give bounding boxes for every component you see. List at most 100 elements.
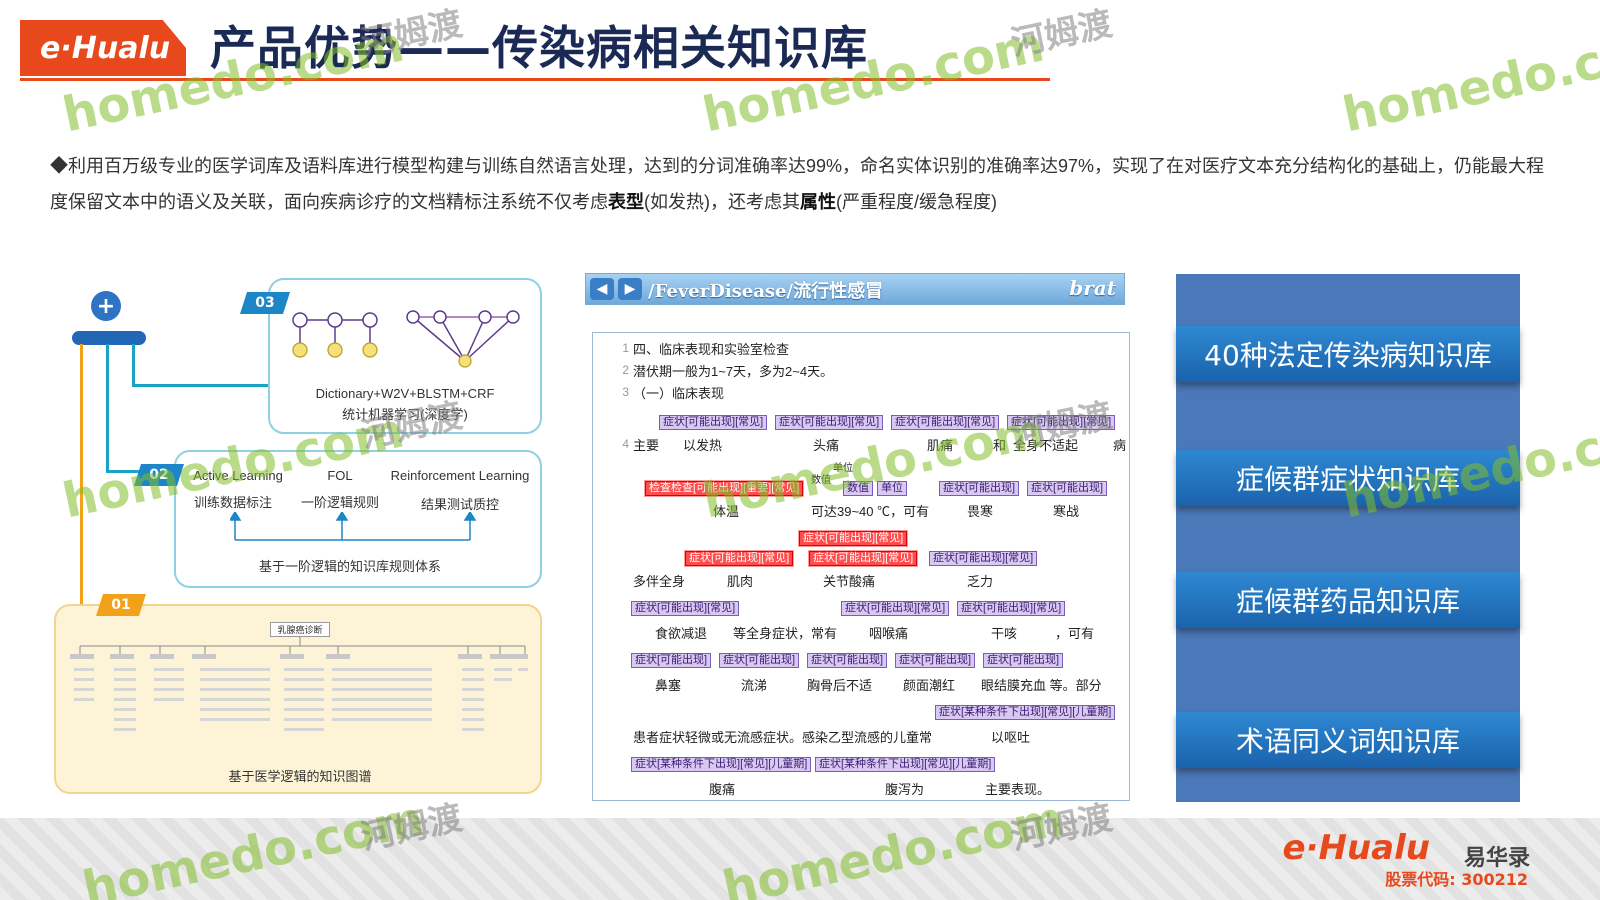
- word[interactable]: 颜面潮红: [903, 675, 955, 694]
- word[interactable]: 关节酸痛: [823, 571, 875, 590]
- word: 患者症状轻微或无流感症状。感染乙型流感的儿童常: [633, 730, 933, 745]
- relation-label: 单位: [833, 463, 853, 474]
- word[interactable]: 腹痛: [709, 779, 735, 798]
- word[interactable]: 肌痛: [927, 435, 953, 454]
- word[interactable]: 全身不适起: [1013, 435, 1078, 454]
- desc-text-2: (如发热)，还考虑其: [644, 192, 800, 212]
- annotation-tag[interactable]: 症状[可能出现][常见]: [659, 415, 768, 430]
- word[interactable]: 以呕吐: [991, 727, 1030, 746]
- word[interactable]: 体温: [713, 501, 739, 520]
- desc-text-3: (严重程度/缓急程度): [836, 192, 997, 212]
- annotation-tag[interactable]: 症状[可能出现][常见]: [929, 551, 1038, 566]
- word: 病: [1113, 438, 1127, 453]
- page-title: 产品优势——传染病相关知识库: [210, 21, 868, 75]
- word[interactable]: 可达39~40 ℃，可有: [811, 501, 929, 520]
- annotation-tag[interactable]: 症状[可能出现]: [807, 653, 888, 668]
- kb-syndrome-symptoms[interactable]: 症候群症状知识库: [1176, 450, 1520, 506]
- graphical-model-illustration: [292, 310, 520, 368]
- word[interactable]: 食欲减退: [655, 623, 707, 642]
- annotation-tag[interactable]: 症状[可能出现][常见]: [775, 415, 884, 430]
- connector-v1: [80, 344, 83, 606]
- rl-title: Reinforcement Learning: [390, 468, 530, 483]
- word[interactable]: 流涕: [741, 675, 767, 694]
- doc-line-2: 潜伏期一般为1~7天，多为2~4天。: [633, 364, 834, 379]
- stock-code: 股票代码: 300212: [1385, 870, 1528, 889]
- brat-document: 1 四、临床表现和实验室检查 2 潜伏期一般为1~7天，多为2~4天。 3 （一…: [592, 332, 1130, 801]
- annotation-tag[interactable]: 症状[某种条件下出现][常见][儿童期]: [631, 757, 812, 772]
- annotation-tag-highlighted[interactable]: 症状[可能出现][常见]: [685, 551, 794, 566]
- word[interactable]: 鼻塞: [655, 675, 681, 694]
- line-number: 4: [622, 437, 629, 451]
- document-path[interactable]: /FeverDisease/流行性感冒: [648, 277, 883, 303]
- description: ◆利用百万级专业的医学词库及语料库进行模型构建与训练自然语言处理，达到的分词准确…: [50, 148, 1560, 220]
- doc-line-3: （一）临床表现: [633, 386, 725, 401]
- annotation-tag-highlighted[interactable]: 症状[可能出现][常见]: [799, 531, 908, 546]
- word: 主要表现。: [985, 782, 1051, 797]
- word[interactable]: 乏力: [967, 571, 993, 590]
- brat-toolbar: ◀ ▶ /FeverDisease/流行性感冒 brat: [585, 273, 1125, 305]
- kb-term-synonyms[interactable]: 术语同义词知识库: [1176, 712, 1520, 768]
- word[interactable]: 眼结膜充血 等。部分: [981, 675, 1102, 694]
- annotation-tag[interactable]: 症状[可能出现][常见]: [841, 601, 950, 616]
- line-number: 2: [622, 363, 629, 377]
- word: 和: [993, 438, 1007, 453]
- annotation-tag[interactable]: 数值: [843, 481, 873, 496]
- active-learning-sub: 训练数据标注: [193, 495, 272, 510]
- expand-plus-icon[interactable]: +: [91, 291, 121, 321]
- desc-bold-attribute: 属性: [800, 192, 836, 212]
- annotation-tag[interactable]: 症状[可能出现]: [939, 481, 1020, 496]
- word[interactable]: 腹泻为: [885, 779, 924, 798]
- annotation-tag[interactable]: 症状[可能出现][常见]: [1007, 415, 1116, 430]
- word[interactable]: 胸骨后不适: [807, 675, 872, 694]
- word[interactable]: 咽喉痛: [869, 623, 908, 642]
- fol-sub: 一阶逻辑规则: [300, 495, 379, 510]
- word[interactable]: 干咳: [991, 623, 1017, 642]
- annotation-tag[interactable]: 症状[可能出现]: [983, 653, 1064, 668]
- annotation-tag[interactable]: 症状[某种条件下出现][常见][儿童期]: [935, 705, 1116, 720]
- box02-caption: 基于一阶逻辑的知识库规则体系: [258, 559, 441, 574]
- kb-legal-infectious-diseases[interactable]: 40种法定传染病知识库: [1176, 326, 1520, 382]
- connector-h3: [132, 384, 270, 387]
- doc-line-1: 四、临床表现和实验室检查: [633, 342, 790, 357]
- annotation-tag-highlighted[interactable]: 检查检查[可能出现][重要][常见]: [645, 481, 804, 496]
- knowledge-tree-illustration: [70, 636, 528, 731]
- word[interactable]: 以发热: [683, 435, 722, 454]
- annotation-tag[interactable]: 症状[可能出现]: [719, 653, 800, 668]
- trunk-bar: [72, 331, 146, 345]
- rl-sub: 结果测试质控: [420, 497, 499, 512]
- annotation-tag[interactable]: 症状[可能出现]: [631, 653, 712, 668]
- annotation-tag-highlighted[interactable]: 症状[可能出现][常见]: [809, 551, 918, 566]
- line-number: 1: [622, 341, 629, 355]
- back-arrow-icon[interactable]: ◀: [590, 278, 614, 300]
- annotation-tag[interactable]: 症状[可能出现][常见]: [631, 601, 740, 616]
- word: 等全身症状，常有: [733, 626, 838, 641]
- kb-syndrome-drugs[interactable]: 症候群药品知识库: [1176, 572, 1520, 628]
- footer-logo: e·Hualu: [1282, 828, 1430, 868]
- annotation-tag[interactable]: 单位: [877, 481, 907, 496]
- annotation-tag[interactable]: 症状[可能出现]: [1027, 481, 1108, 496]
- box03-line1: Dictionary+W2V+BLSTM+CRF: [315, 386, 495, 401]
- title-underline: [20, 78, 1050, 81]
- desc-bold-phenotype: 表型: [608, 192, 644, 212]
- watermark-text: 河姆渡: [1007, 3, 1116, 65]
- word[interactable]: 寒战: [1053, 501, 1079, 520]
- tag-01: 01: [96, 594, 146, 616]
- box03-line2: 统计机器学习(深度学): [342, 407, 468, 422]
- rule-arrows: [230, 512, 477, 541]
- ehualu-logo: e·Hualu: [20, 20, 186, 76]
- connector-v2: [106, 344, 109, 472]
- annotation-tag[interactable]: 症状[某种条件下出现][常见][儿童期]: [815, 757, 996, 772]
- annotation-tag[interactable]: 症状[可能出现][常见]: [891, 415, 1000, 430]
- box01-caption: 基于医学逻辑的知识图谱: [228, 769, 372, 784]
- annotation-tag[interactable]: 症状[可能出现][常见]: [957, 601, 1066, 616]
- word: ，可有: [1055, 626, 1095, 641]
- tag-02: 02: [134, 464, 184, 486]
- brat-logo: brat: [1069, 276, 1116, 300]
- word[interactable]: 畏寒: [967, 501, 993, 520]
- active-learning-title: Active Learning: [193, 468, 283, 483]
- forward-arrow-icon[interactable]: ▶: [618, 278, 642, 300]
- word[interactable]: 头痛: [813, 435, 839, 454]
- annotation-tag[interactable]: 症状[可能出现]: [895, 653, 976, 668]
- tag-03: 03: [240, 292, 290, 314]
- word[interactable]: 肌肉: [727, 571, 753, 590]
